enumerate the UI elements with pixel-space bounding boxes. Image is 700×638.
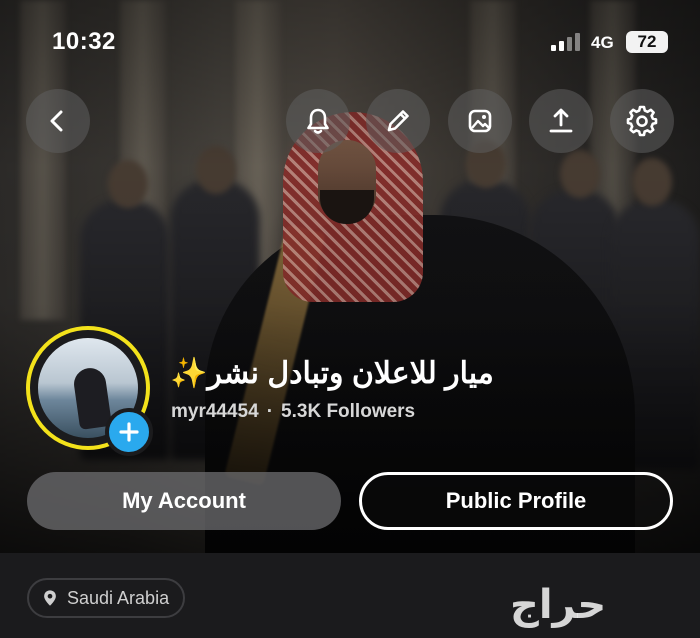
share-upload-icon: [549, 108, 573, 133]
location-label: Saudi Arabia: [67, 587, 170, 608]
haraj-watermark: حراج: [510, 582, 607, 628]
separator-dot: ·: [266, 401, 274, 422]
followers-count[interactable]: 5.3K Followers: [281, 401, 415, 422]
add-story-button[interactable]: [105, 408, 153, 456]
settings-button[interactable]: [610, 89, 674, 153]
location-pin-icon: [44, 590, 56, 606]
cellular-signal-icon: [551, 33, 583, 51]
edit-button[interactable]: [366, 89, 430, 153]
network-type: 4G: [591, 33, 614, 52]
chevron-left-icon: [50, 110, 63, 132]
location-chip[interactable]: Saudi Arabia: [27, 578, 186, 618]
notifications-button[interactable]: [286, 89, 350, 153]
back-button[interactable]: [26, 89, 90, 153]
battery-indicator: 72: [626, 31, 668, 53]
profile-screen: 10:32 4G 72 ميار للاعلان وتبادل نشر✨ myr…: [0, 0, 700, 638]
my-account-button[interactable]: My Account: [27, 472, 341, 530]
profile-background-image: [0, 0, 700, 553]
plus-icon: [119, 422, 139, 442]
background-image-button[interactable]: [448, 89, 512, 153]
bell-icon: [307, 108, 329, 134]
image-icon: [468, 109, 492, 133]
share-button[interactable]: [529, 89, 593, 153]
display-name: ميار للاعلان وتبادل نشر✨: [170, 357, 494, 390]
status-time: 10:32: [52, 28, 116, 55]
pencil-icon: [387, 110, 409, 132]
username: myr44454: [171, 401, 259, 422]
public-profile-button[interactable]: Public Profile: [359, 472, 673, 530]
profile-subtitle: myr44454 · 5.3K Followers: [171, 401, 415, 423]
gear-icon: [626, 105, 658, 137]
